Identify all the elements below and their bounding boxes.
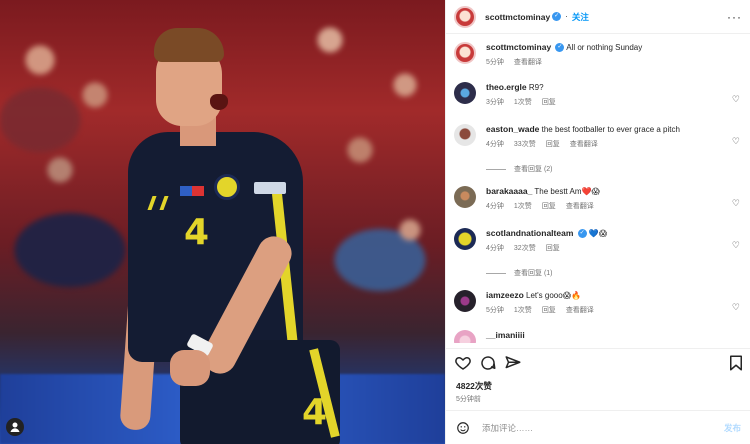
post-photo[interactable]: 4 4 [0,0,445,444]
more-icon[interactable]: ··· [727,10,742,24]
view-replies-button[interactable]: 查看回复 (1) [486,268,553,278]
comment-likes[interactable]: 1次赞 [514,203,532,210]
comment-composer: 发布 [446,410,750,444]
caption-username[interactable]: scottmctominay [486,42,551,52]
replies-dash [486,272,506,274]
post-time: 5分钟前 [456,396,481,403]
fist [170,350,210,386]
author-username[interactable]: scottmctominay [485,12,550,22]
euro-badge [254,182,286,194]
post-comment-button[interactable]: 发布 [724,422,741,434]
comment-heart-icon[interactable]: ♡ [732,136,740,147]
comment-time: 4分钟 [486,245,504,252]
comment-row: __imaniiii ♡ [454,330,744,343]
comment-heart-icon[interactable]: ♡ [732,342,740,343]
caption-row: scottmctominay ✓ All or nothing Sunday 5… [454,42,744,67]
comment-username[interactable]: theo.ergle [486,82,527,92]
heart-icon[interactable] [454,354,472,372]
view-replies-label: 查看回复 (2) [514,166,553,173]
hair [154,28,224,62]
comment-username[interactable]: iamzeezo [486,290,524,300]
scotland-crest [214,174,240,200]
comments-list: scottmctominay ✓ All or nothing Sunday 5… [446,38,750,343]
comment-row: easton_wade the best footballer to ever … [454,124,744,149]
translate-link[interactable]: 查看翻译 [566,203,594,210]
caption-translate-link[interactable]: 查看翻译 [514,59,542,66]
comment-icon[interactable] [479,354,497,372]
verified-icon: ✓ [555,43,565,53]
comment-row: scotlandnationalteam ✓ 💙😱 4分钟 32次赞 回复 ♡ [454,228,744,253]
comment-username[interactable]: __imaniiii [486,330,525,340]
verified-icon: ✓ [552,12,562,21]
author-avatar[interactable] [454,5,476,28]
player-figure: 4 4 [110,20,350,444]
comment-heart-icon[interactable]: ♡ [732,198,740,209]
comment-row: barakaaaa_ The bestt Am❤️😱 4分钟 1次赞 回复 查看翻译 … [454,186,744,211]
comment-avatar[interactable] [454,290,476,312]
comment-text: Let's gooo😱🔥 [526,291,581,300]
flags-badge [180,186,204,196]
bookmark-icon[interactable] [727,354,745,372]
caption-time: 5分钟 [486,59,504,66]
jersey-number: 4 [184,212,210,253]
shorts-number: 4 [302,392,328,433]
reply-button[interactable]: 回复 [546,245,560,252]
comment-likes[interactable]: 33次赞 [514,141,536,148]
instagram-post-window: 4 4 scottmctominay ✓ · 关注 ··· scottmctom… [0,0,750,444]
comment-avatar[interactable] [454,82,476,104]
comment-row: iamzeezo Let's gooo😱🔥 5分钟 1次赞 回复 查看翻译 ♡ [454,290,744,315]
reply-button[interactable]: 回复 [542,307,556,314]
post-sidebar: scottmctominay ✓ · 关注 ··· scottmctominay… [445,0,750,444]
share-icon[interactable] [504,354,522,372]
comment-likes[interactable]: 1次赞 [514,99,532,106]
comment-avatar[interactable] [454,330,476,343]
comment-row: theo.ergle R9? 3分钟 1次赞 回复 ♡ [454,82,744,107]
comment-input[interactable] [482,422,724,433]
comment-avatar[interactable] [454,186,476,208]
reply-button[interactable]: 回复 [542,203,556,210]
caption-text: All or nothing Sunday [566,43,643,52]
comment-time: 5分钟 [486,307,504,314]
comment-likes[interactable]: 32次赞 [514,245,536,252]
translate-link[interactable]: 查看翻译 [570,141,598,148]
comment-text: The bestt Am❤️😱 [534,187,600,196]
emoji-icon[interactable] [456,421,470,435]
comment-username[interactable]: barakaaaa_ [486,186,532,196]
like-count[interactable]: 4822次赞 [456,380,492,392]
translate-link[interactable]: 查看翻译 [566,307,594,314]
replies-dash [486,168,506,170]
comment-username[interactable]: easton_wade [486,124,539,134]
separator-dot: · [565,12,568,21]
reply-button[interactable]: 回复 [542,99,556,106]
comment-avatar[interactable] [454,228,476,250]
mouth [210,94,228,110]
comment-heart-icon[interactable]: ♡ [732,94,740,105]
comment-text: R9? [528,83,544,92]
comment-time: 3分钟 [486,99,504,106]
comment-text: the best footballer to ever grace a pitc… [541,125,680,134]
user-tag-icon[interactable] [6,418,24,436]
post-header: scottmctominay ✓ · 关注 ··· [446,0,750,34]
comment-heart-icon[interactable]: ♡ [732,302,740,313]
verified-icon: ✓ [577,229,587,239]
view-replies-label: 查看回复 (1) [514,270,553,277]
follow-button[interactable]: 关注 [572,11,589,23]
reply-button[interactable]: 回复 [546,141,560,148]
comment-avatar[interactable] [454,124,476,146]
comment-time: 4分钟 [486,141,504,148]
comment-heart-icon[interactable]: ♡ [732,240,740,251]
action-bar [446,348,750,376]
comment-likes[interactable]: 1次赞 [514,307,532,314]
comment-username[interactable]: scotlandnationalteam [486,228,573,238]
view-replies-button[interactable]: 查看回复 (2) [486,164,553,174]
author-avatar[interactable] [454,42,476,64]
comment-text: 💙😱 [588,229,608,238]
comment-time: 4分钟 [486,203,504,210]
